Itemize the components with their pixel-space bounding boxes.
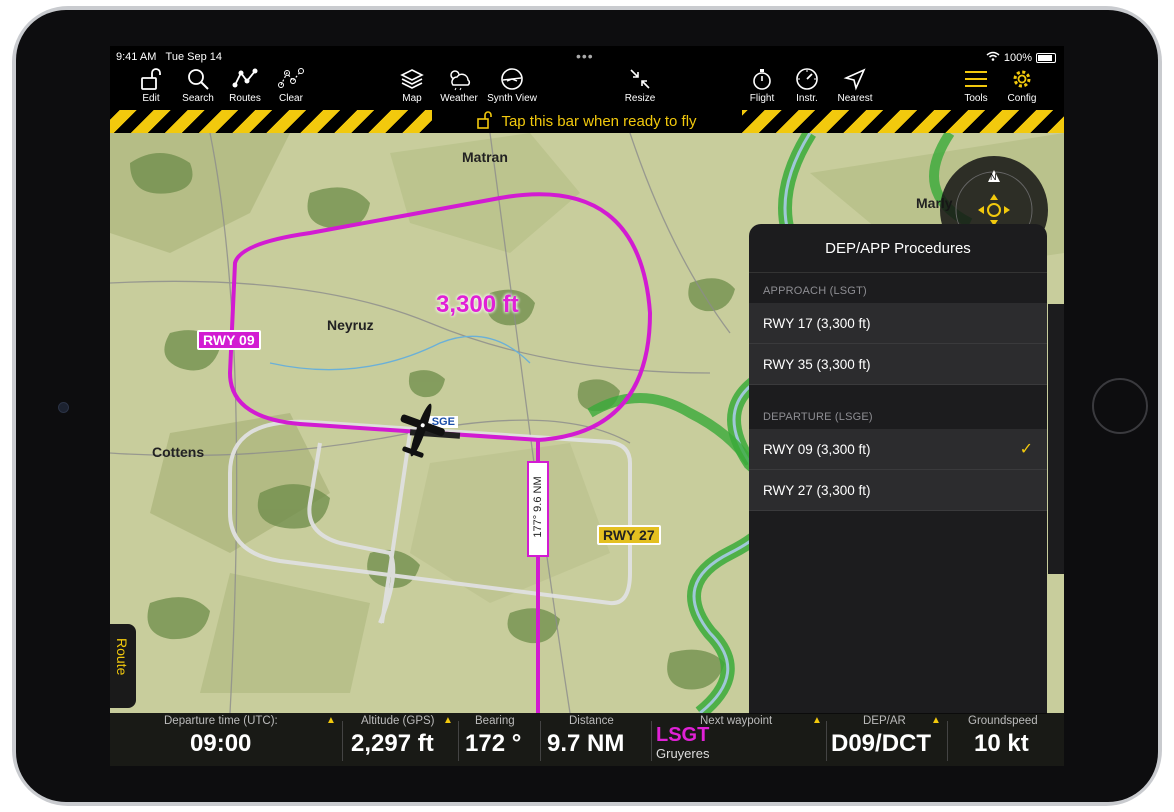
approach-rwy17-row[interactable]: RWY 17 (3,300 ft) bbox=[749, 303, 1047, 344]
attitude-icon bbox=[484, 66, 540, 92]
resize-icon bbox=[612, 66, 668, 92]
wifi-icon bbox=[986, 51, 1000, 64]
side-tab-strip[interactable] bbox=[1048, 304, 1064, 574]
next-waypoint-cell[interactable]: Next waypoint ▲ LSGT Gruyeres bbox=[652, 713, 826, 766]
dropdown-triangle-icon: ▲ bbox=[443, 715, 453, 726]
panel-title: DEP/APP Procedures bbox=[749, 224, 1047, 273]
runway-label-27[interactable]: RWY 27 bbox=[597, 525, 661, 545]
nearest-button[interactable]: Nearest bbox=[827, 66, 883, 104]
route-tab[interactable]: Route bbox=[110, 624, 136, 708]
multitask-dots[interactable]: ••• bbox=[576, 48, 594, 64]
altitude-label: 3,300 ft bbox=[436, 291, 519, 318]
dropdown-triangle-icon: ▲ bbox=[812, 715, 822, 726]
procedures-panel: DEP/APP Procedures APPROACH (LSGT) RWY 1… bbox=[749, 224, 1047, 714]
weather-button[interactable]: Weather bbox=[431, 66, 487, 104]
status-right: 100% bbox=[986, 51, 1056, 64]
distance-cell[interactable]: Distance 9.7 NM bbox=[541, 713, 651, 766]
instrument-bar: Departure time (UTC): ▲ 09:00 Altitude (… bbox=[110, 713, 1064, 766]
unlock-icon bbox=[477, 110, 493, 133]
dropdown-triangle-icon: ▲ bbox=[931, 715, 941, 726]
runway-label-09[interactable]: RWY 09 bbox=[197, 330, 261, 350]
departure-section-header: DEPARTURE (LSGE) bbox=[763, 411, 873, 423]
leg-label: 177° 9.6 NM bbox=[532, 476, 544, 538]
config-button[interactable]: Config bbox=[994, 66, 1050, 104]
bearing-cell[interactable]: Bearing 172 ° bbox=[459, 713, 539, 766]
battery-percent: 100% bbox=[1003, 51, 1032, 64]
home-button[interactable] bbox=[1092, 378, 1148, 434]
clear-button[interactable]: Clear bbox=[263, 66, 319, 104]
location-arrow-icon bbox=[827, 66, 883, 92]
gear-icon bbox=[994, 66, 1050, 92]
approach-rwy35-row[interactable]: RWY 35 (3,300 ft) bbox=[749, 344, 1047, 385]
dep-arr-cell[interactable]: DEP/AR ▲ D09/DCT bbox=[827, 713, 947, 766]
departure-rwy09-row[interactable]: RWY 09 (3,300 ft) ✓ bbox=[749, 429, 1047, 470]
approach-section-header: APPROACH (LSGT) bbox=[763, 285, 867, 297]
battery-icon bbox=[1036, 52, 1056, 63]
dropdown-triangle-icon: ▲ bbox=[326, 715, 336, 726]
svg-text:N: N bbox=[990, 172, 997, 182]
place-label-cottens: Cottens bbox=[152, 444, 205, 460]
groundspeed-cell[interactable]: Groundspeed 10 kt bbox=[948, 713, 1064, 766]
place-label-neyruz: Neyruz bbox=[327, 317, 374, 333]
synth-view-button[interactable]: Synth View bbox=[484, 66, 540, 104]
checkmark-icon: ✓ bbox=[1019, 441, 1033, 458]
weather-icon bbox=[431, 66, 487, 92]
front-camera bbox=[58, 402, 69, 413]
resize-button[interactable]: Resize bbox=[612, 66, 668, 104]
altitude-cell[interactable]: Altitude (GPS) ▲ 2,297 ft bbox=[343, 713, 458, 766]
app-screen: 9:41 AM Tue Sep 14 ••• 100% Edit Search … bbox=[110, 46, 1064, 766]
top-bar: 9:41 AM Tue Sep 14 ••• 100% Edit Search … bbox=[110, 46, 1064, 110]
departure-time-cell[interactable]: Departure time (UTC): ▲ 09:00 bbox=[110, 713, 342, 766]
status-time: 9:41 AM Tue Sep 14 bbox=[116, 51, 222, 63]
place-label-matran: Matran bbox=[462, 149, 508, 165]
departure-rwy27-row[interactable]: RWY 27 (3,300 ft) bbox=[749, 470, 1047, 511]
clear-route-icon bbox=[263, 66, 319, 92]
ready-to-fly-message[interactable]: Tap this bar when ready to fly bbox=[432, 110, 742, 133]
